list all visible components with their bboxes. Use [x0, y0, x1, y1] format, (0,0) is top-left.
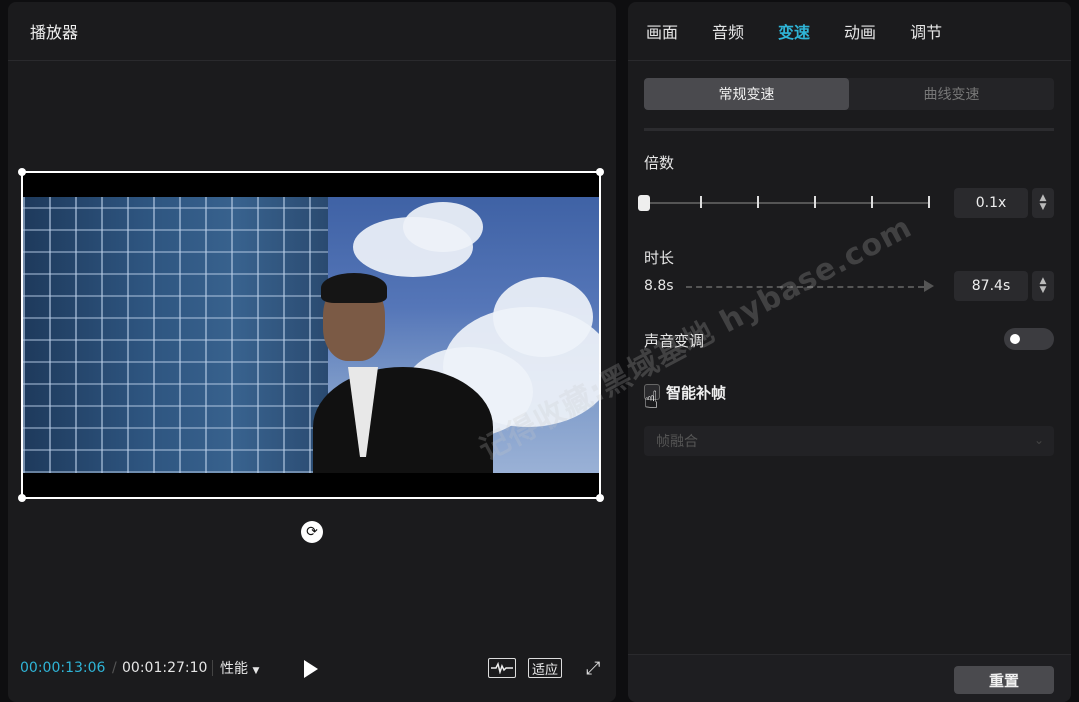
player-header: 播放器 — [8, 2, 616, 61]
player-panel: 播放器 ⟳ 00:00:13:06 / 00:01:27:10 性能 ▼ 适应 … — [8, 2, 616, 702]
resize-handle-tr[interactable] — [596, 168, 604, 176]
stepper-icon[interactable]: ▲ ▼ — [1032, 271, 1054, 301]
chevron-down-icon: ⌄ — [1033, 433, 1044, 447]
play-icon[interactable] — [304, 660, 318, 678]
dropdown-caret-icon: ▼ — [252, 666, 260, 676]
multiplier-slider-thumb[interactable] — [638, 195, 650, 211]
performance-dropdown[interactable]: 性能 ▼ — [220, 658, 259, 678]
duration-input[interactable]: 87.4s — [954, 271, 1028, 301]
inspector-footer: 重置 — [628, 654, 1071, 702]
stepper-icon[interactable]: ▲ ▼ — [1032, 188, 1054, 218]
fit-button[interactable]: 适应 — [528, 658, 562, 678]
building-image — [23, 197, 328, 473]
resize-handle-tl[interactable] — [18, 168, 26, 176]
tab-animation[interactable]: 动画 — [844, 19, 876, 43]
timecode-separator: / — [112, 660, 117, 676]
reset-button[interactable]: 重置 — [954, 666, 1054, 694]
fit-label: 适应 — [531, 662, 558, 678]
toggle-knob — [1010, 334, 1020, 344]
frame-method-value: 帧融合 — [656, 434, 698, 450]
arrow-right-icon — [924, 280, 934, 292]
player-title: 播放器 — [30, 23, 79, 42]
frame-method-select[interactable]: 帧融合 ⌄ — [644, 426, 1054, 456]
duration-label: 时长 — [644, 249, 675, 267]
player-footer: 00:00:13:06 / 00:01:27:10 性能 ▼ 适应 ⤢ — [8, 650, 616, 686]
inspector-tabs: 画面 音频 变速 动画 调节 — [628, 2, 1071, 61]
multiplier-slider[interactable] — [644, 196, 930, 208]
multiplier-label: 倍数 — [644, 154, 675, 172]
tab-audio[interactable]: 音频 — [712, 19, 744, 43]
resize-handle-bl[interactable] — [18, 494, 26, 502]
frame-interp-label: 智能补帧 — [666, 384, 727, 402]
rotate-icon[interactable]: ⟳ — [301, 521, 323, 543]
waveform-icon[interactable] — [488, 658, 516, 678]
section-divider — [644, 128, 1054, 131]
speed-mode-toggle: 常规变速 曲线变速 — [644, 78, 1054, 110]
duration-original: 8.8s — [644, 278, 674, 294]
multiplier-input[interactable]: 0.1x — [954, 188, 1028, 218]
resize-handle-br[interactable] — [596, 494, 604, 502]
divider — [212, 660, 213, 676]
hand-cursor-icon: ☝ — [644, 386, 659, 414]
pitch-toggle[interactable] — [1004, 328, 1054, 350]
tab-picture[interactable]: 画面 — [646, 19, 678, 43]
normal-speed-tab[interactable]: 常规变速 — [644, 78, 849, 110]
fullscreen-icon[interactable]: ⤢ — [586, 658, 600, 679]
curve-speed-tab[interactable]: 曲线变速 — [849, 78, 1054, 110]
total-timecode: 00:01:27:10 — [122, 660, 208, 676]
current-timecode: 00:00:13:06 — [20, 660, 106, 676]
tab-speed[interactable]: 变速 — [778, 19, 810, 43]
performance-label: 性能 — [220, 661, 248, 677]
tab-adjust[interactable]: 调节 — [910, 19, 942, 43]
